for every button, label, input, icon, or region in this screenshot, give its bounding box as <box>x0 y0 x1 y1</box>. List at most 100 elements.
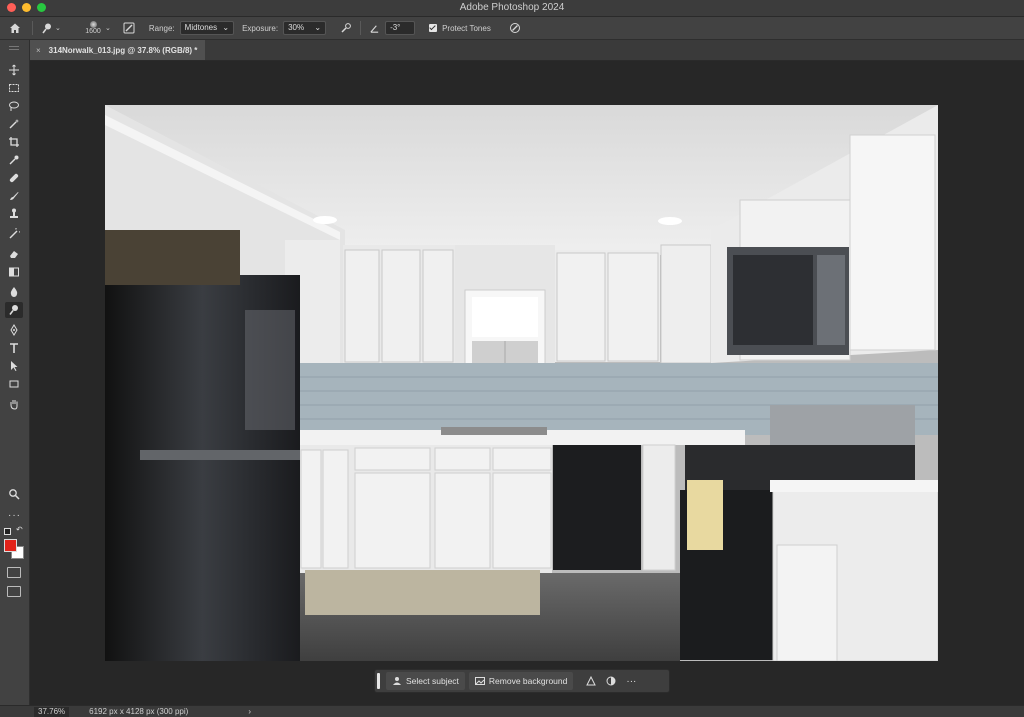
healing-brush-tool[interactable] <box>5 170 23 186</box>
app-title: Adobe Photoshop 2024 <box>459 2 565 13</box>
brush-settings-button[interactable] <box>123 17 135 39</box>
document-info: 6192 px x 4128 px (300 ppi) <box>89 707 189 716</box>
crop-icon <box>9 137 19 147</box>
history-brush-icon <box>9 228 20 239</box>
protect-tones-label: Protect Tones <box>442 23 491 33</box>
protect-tones-checkbox[interactable] <box>429 24 438 32</box>
eraser-tool[interactable] <box>5 246 23 262</box>
adjustment-icon <box>606 676 616 686</box>
angle-icon <box>370 24 379 33</box>
angle-field[interactable]: -3° <box>385 21 416 35</box>
quick-mask-button[interactable] <box>7 567 21 578</box>
eyedropper-icon <box>9 155 19 165</box>
stamp-icon <box>10 208 18 218</box>
drop-icon <box>10 287 18 297</box>
chevron-down-icon[interactable]: ⌄ <box>105 24 111 32</box>
status-menu-arrow[interactable]: › <box>248 707 251 716</box>
brush-settings-icon <box>123 22 135 34</box>
contextual-task-bar: Select subject Remove background ··· <box>374 669 670 693</box>
hand-icon <box>10 400 18 410</box>
pen-tool[interactable] <box>5 322 23 338</box>
document-tab-title: 314Norwalk_013.jpg @ 37.8% (RGB/8) * <box>48 45 198 55</box>
type-tool[interactable] <box>5 340 23 356</box>
airbrush-toggle[interactable] <box>340 17 352 39</box>
kitchen-image <box>105 105 938 661</box>
pressure-size-toggle[interactable] <box>509 17 521 39</box>
rectangle-tool[interactable] <box>5 376 23 392</box>
divider <box>32 21 33 35</box>
history-brush-tool[interactable] <box>5 226 23 242</box>
bandage-icon <box>9 173 19 183</box>
dodge-icon <box>42 23 51 34</box>
divider <box>360 21 362 35</box>
zoom-tool[interactable] <box>5 486 23 502</box>
adjustment-button[interactable] <box>601 672 621 690</box>
clone-stamp-tool[interactable] <box>5 206 23 222</box>
person-icon <box>393 677 401 685</box>
lasso-tool[interactable] <box>5 98 23 114</box>
chevron-down-icon: ⌄ <box>222 23 230 32</box>
brush-size-label: 1600 <box>85 28 101 35</box>
options-bar: ⌄ 1600 ⌄ Range: Midtones ⌄ Exposure: 30%… <box>0 17 1024 40</box>
crop-tool[interactable] <box>5 134 23 150</box>
magic-wand-tool[interactable] <box>5 116 23 132</box>
document-tab[interactable]: × 314Norwalk_013.jpg @ 37.8% (RGB/8) * <box>30 40 206 60</box>
exposure-field[interactable]: 30% ⌄ <box>283 21 327 35</box>
lasso-icon <box>9 101 19 111</box>
more-tools-button[interactable]: ··· <box>8 510 21 521</box>
swap-colors-icon[interactable]: ↶ <box>16 525 23 534</box>
exposure-value: 30% <box>288 23 305 32</box>
magic-wand-icon <box>9 119 19 129</box>
gradient-icon <box>9 267 19 277</box>
remove-background-button[interactable]: Remove background <box>468 672 574 690</box>
toolbar-grip[interactable] <box>9 46 19 50</box>
range-select[interactable]: Midtones ⌄ <box>179 21 235 35</box>
move-icon <box>9 64 19 76</box>
move-tool[interactable] <box>5 62 23 78</box>
path-selection-tool[interactable] <box>5 358 23 374</box>
close-tab-icon[interactable]: × <box>36 46 41 55</box>
select-subject-button[interactable]: Select subject <box>386 672 465 690</box>
marquee-tool[interactable] <box>5 80 23 96</box>
eraser-icon <box>10 251 18 258</box>
image-icon <box>474 677 485 685</box>
foreground-color-swatch[interactable] <box>4 539 17 552</box>
brush-dot-icon <box>89 21 97 28</box>
screen-mode-button[interactable] <box>7 586 21 597</box>
type-icon <box>10 343 18 353</box>
dodge-icon <box>9 305 18 315</box>
zoom-icon <box>9 489 20 500</box>
dodge-tool[interactable] <box>5 302 23 318</box>
home-icon <box>10 23 20 33</box>
default-colors-icon[interactable] <box>4 528 11 535</box>
pen-icon <box>10 324 18 336</box>
zoom-field[interactable]: 37.76% <box>34 706 70 717</box>
chevron-down-icon: ⌄ <box>314 23 322 32</box>
remove-background-label: Remove background <box>488 676 568 686</box>
kitchen-photo[interactable] <box>105 105 938 661</box>
rectangle-icon <box>9 380 19 388</box>
select-subject-label: Select subject <box>406 676 459 686</box>
tool-preset-picker[interactable]: ⌄ <box>41 17 67 39</box>
arrow-icon <box>11 361 18 371</box>
home-button[interactable] <box>0 17 30 39</box>
document-tab-bar: × 314Norwalk_013.jpg @ 37.8% (RGB/8) * <box>30 40 1024 61</box>
transform-icon <box>586 676 597 686</box>
task-bar-grip[interactable] <box>377 673 380 689</box>
angle-value: -3° <box>390 23 401 32</box>
brush-icon <box>10 192 19 200</box>
pressure-icon <box>509 23 520 33</box>
status-bar: 37.76% 6192 px x 4128 px (300 ppi) › <box>0 705 1024 717</box>
blur-tool[interactable] <box>5 284 23 300</box>
eyedropper-tool[interactable] <box>5 152 23 168</box>
chevron-down-icon: ⌄ <box>55 25 61 32</box>
tools-panel: ··· ↶ <box>0 40 30 705</box>
transform-button[interactable] <box>581 672 601 690</box>
exposure-label: Exposure: <box>242 23 279 33</box>
hand-tool[interactable] <box>5 396 23 412</box>
range-label: Range: <box>148 23 175 33</box>
airbrush-icon <box>341 23 351 33</box>
gradient-tool[interactable] <box>5 264 23 280</box>
more-options-button[interactable]: ··· <box>621 672 641 690</box>
brush-tool[interactable] <box>5 188 23 204</box>
